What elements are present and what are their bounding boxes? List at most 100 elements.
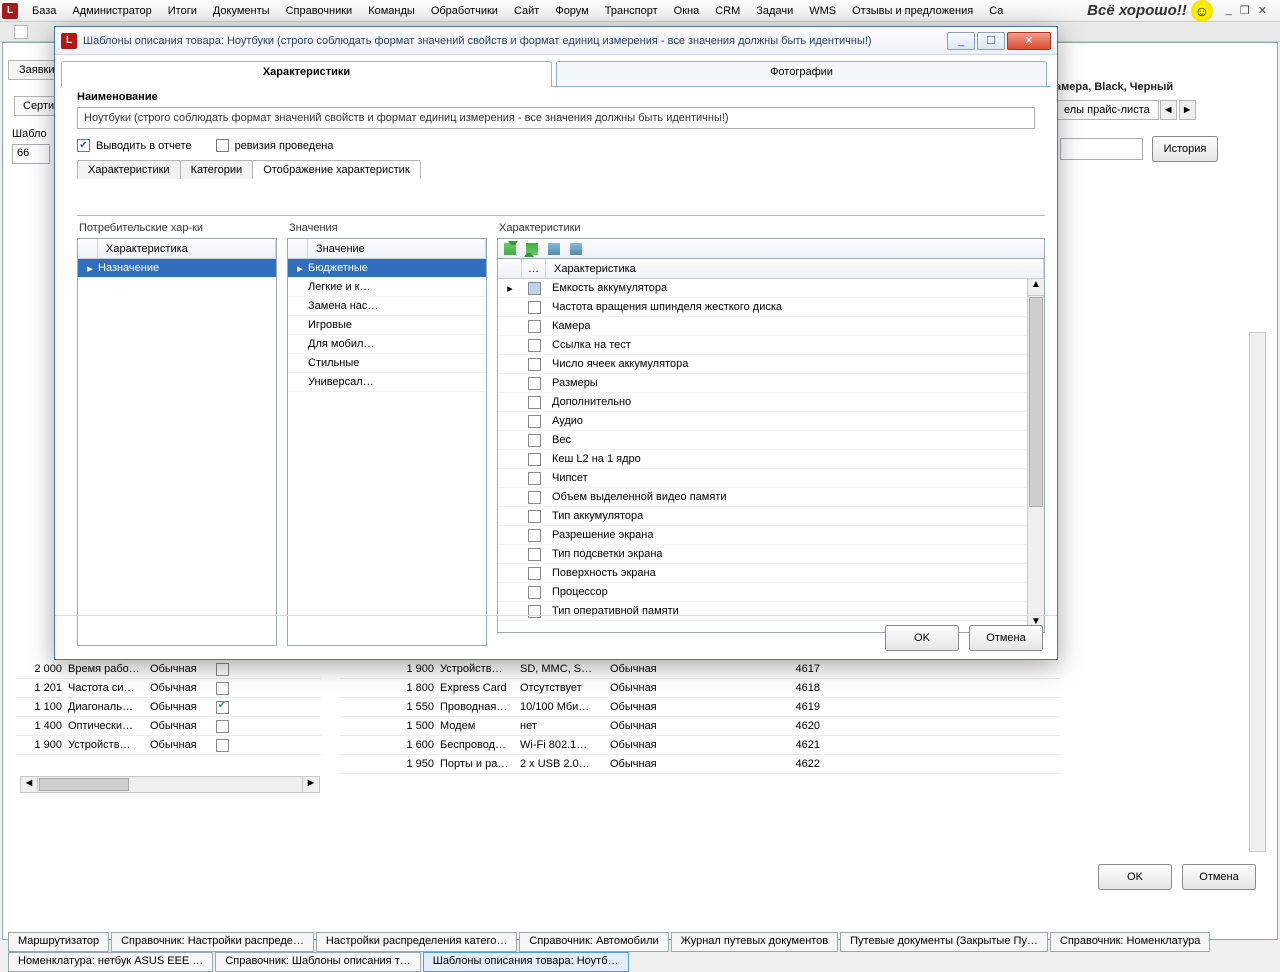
table-row[interactable]: 1 600Беспровод…Wi-Fi 802.1…Обычная4621 [340, 736, 1060, 755]
subtab-categories[interactable]: Категории [180, 160, 254, 179]
list-item[interactable]: Универсал… [288, 373, 486, 392]
subtab-characteristics[interactable]: Характеристики [77, 160, 181, 179]
menu-Транспорт[interactable]: Транспорт [597, 2, 666, 20]
bg-shablon-value[interactable]: 66 [12, 144, 50, 164]
list-item[interactable]: Аудио [498, 412, 1027, 431]
scroll-thumb[interactable] [39, 778, 129, 791]
menu-WMS[interactable]: WMS [801, 2, 844, 20]
tab-characteristics[interactable]: Характеристики [61, 61, 552, 86]
mdi-minimize-icon[interactable]: _ [1223, 4, 1235, 17]
menu-CRM[interactable]: CRM [707, 2, 748, 20]
bg-cancel-button[interactable]: Отмена [1182, 864, 1256, 890]
doctab[interactable]: Журнал путевых документов [671, 932, 838, 952]
history-button[interactable]: История [1152, 136, 1218, 162]
table-row[interactable]: 1 400Оптически…Обычная [16, 717, 321, 736]
bg-ok-button[interactable]: OK [1098, 864, 1172, 890]
list-item[interactable]: Число ячеек аккумулятора [498, 355, 1027, 374]
menu-Администратор[interactable]: Администратор [64, 2, 159, 20]
doctab[interactable]: Маршрутизатор [8, 932, 109, 952]
list-item[interactable]: Тип аккумулятора [498, 507, 1027, 526]
list-item[interactable]: Частота вращения шпинделя жесткого диска [498, 298, 1027, 317]
dialog-maximize-button[interactable]: ☐ [977, 32, 1005, 50]
tab-nav-left-icon[interactable]: ◄ [1160, 100, 1177, 120]
checkbox-report-box[interactable] [77, 139, 90, 152]
list-item[interactable]: Кеш L2 на 1 ядро [498, 450, 1027, 469]
menu-Итоги[interactable]: Итоги [160, 2, 205, 20]
table-row[interactable]: 1 900Устройств…Обычная [16, 736, 321, 755]
dialog-cancel-button[interactable]: Отмена [969, 625, 1043, 651]
checkbox-report[interactable]: Выводить в отчете [77, 139, 192, 152]
doctab[interactable]: Путевые документы (Закрытые Пу… [840, 932, 1048, 952]
menu-Справочники[interactable]: Справочники [278, 2, 361, 20]
bg-search-input[interactable] [1060, 138, 1143, 160]
scroll-thumb[interactable] [1029, 297, 1043, 507]
checkbox-revision-box[interactable] [216, 139, 229, 152]
list-item[interactable]: Чипсет [498, 469, 1027, 488]
list-item[interactable]: Замена нас… [288, 297, 486, 316]
list-item[interactable]: Камера [498, 317, 1027, 336]
tab-nav-right-icon[interactable]: ► [1179, 100, 1196, 120]
menu-Форум[interactable]: Форум [547, 2, 596, 20]
list-item[interactable]: Размеры [498, 374, 1027, 393]
doctab[interactable]: Справочник: Номенклатура [1050, 932, 1210, 952]
menu-База[interactable]: База [24, 2, 64, 20]
list-item[interactable]: Легкие и к… [288, 278, 486, 297]
list-item[interactable]: Разрешение экрана [498, 526, 1027, 545]
toolbar-move-up-icon[interactable] [504, 243, 516, 255]
table-row[interactable]: 1 550Проводная…10/100 Мби…Обычная4619 [340, 698, 1060, 717]
doctab[interactable]: Настройки распределения катего… [316, 932, 517, 952]
list-item[interactable]: Поверхность экрана [498, 564, 1027, 583]
list-item[interactable]: Для мобил… [288, 335, 486, 354]
menu-Са[interactable]: Са [981, 2, 1011, 20]
scroll-right-icon[interactable]: ► [302, 777, 319, 792]
tab-photos[interactable]: Фотографии [556, 61, 1047, 86]
dialog-close-button[interactable]: ✕ [1007, 32, 1051, 50]
table-row[interactable]: 2 000Время рабо…Обычная [16, 660, 321, 679]
doctab[interactable]: Шаблоны описания товара: Ноутб… [423, 952, 629, 972]
menu-Отзывы и предложения[interactable]: Отзывы и предложения [844, 2, 981, 20]
list-item[interactable]: Вес [498, 431, 1027, 450]
list-item[interactable]: Дополнительно [498, 393, 1027, 412]
subtab-display[interactable]: Отображение характеристик [252, 160, 420, 179]
list-item[interactable]: Объем выделенной видео памяти [498, 488, 1027, 507]
mdi-close-icon[interactable]: ✕ [1255, 4, 1270, 17]
doctab[interactable]: Номенклатура: нетбук ASUS EEE … [8, 952, 213, 972]
list-item[interactable]: Ссылка на тест [498, 336, 1027, 355]
bg-left-hscrollbar[interactable]: ◄ ► [20, 776, 320, 793]
toolbar-action2-icon[interactable] [570, 243, 582, 255]
table-row[interactable]: 1 100Диагональ…Обычная [16, 698, 321, 717]
list-item[interactable]: Процессор [498, 583, 1027, 602]
menu-Обработчики[interactable]: Обработчики [423, 2, 506, 20]
menu-Окна[interactable]: Окна [666, 2, 708, 20]
toolbar-action1-icon[interactable] [548, 243, 560, 255]
bg-right-scrollbar[interactable] [1249, 332, 1266, 852]
mdi-restore-icon[interactable]: ❐ [1237, 4, 1253, 17]
name-input[interactable] [77, 107, 1035, 129]
table-row[interactable]: 1 500МодемнетОбычная4620 [340, 717, 1060, 736]
bg-right-tab-pricelist[interactable]: елы прайс-листа [1055, 100, 1159, 120]
dialog-ok-button[interactable]: OK [885, 625, 959, 651]
dialog-minimize-button[interactable]: _ [947, 32, 975, 50]
toolbar-icon[interactable] [14, 25, 28, 39]
checkbox-revision[interactable]: ревизия проведена [216, 139, 334, 152]
menu-Документы[interactable]: Документы [205, 2, 278, 20]
menu-Задачи[interactable]: Задачи [748, 2, 801, 20]
scroll-left-icon[interactable]: ◄ [21, 777, 38, 792]
toolbar-move-down-icon[interactable] [526, 243, 538, 255]
scroll-up-icon[interactable]: ▲ [1028, 279, 1044, 296]
col3-scrollbar[interactable]: ▲ ▼ [1027, 279, 1044, 632]
list-item[interactable]: ▸Назначение [78, 259, 276, 278]
table-row[interactable]: 1 900Устройств…SD, MMC, S…Обычная4617 [340, 660, 1060, 679]
table-row[interactable]: 1 800Express CardОтсутствуетОбычная4618 [340, 679, 1060, 698]
list-item[interactable]: Стильные [288, 354, 486, 373]
table-row[interactable]: 1 201Частота си…Обычная [16, 679, 321, 698]
menu-Сайт[interactable]: Сайт [506, 2, 547, 20]
doctab[interactable]: Справочник: Настройки распреде… [111, 932, 314, 952]
doctab[interactable]: Справочник: Автомобили [519, 932, 668, 952]
list-item[interactable]: ▸Емкость аккумулятора [498, 279, 1027, 298]
list-item[interactable]: Тип подсветки экрана [498, 545, 1027, 564]
doctab[interactable]: Справочник: Шаблоны описания т… [215, 952, 420, 972]
list-item[interactable]: Игровые [288, 316, 486, 335]
table-row[interactable]: 1 950Порты и ра…2 x USB 2.0…Обычная4622 [340, 755, 1060, 774]
list-item[interactable]: ▸Бюджетные [288, 259, 486, 278]
